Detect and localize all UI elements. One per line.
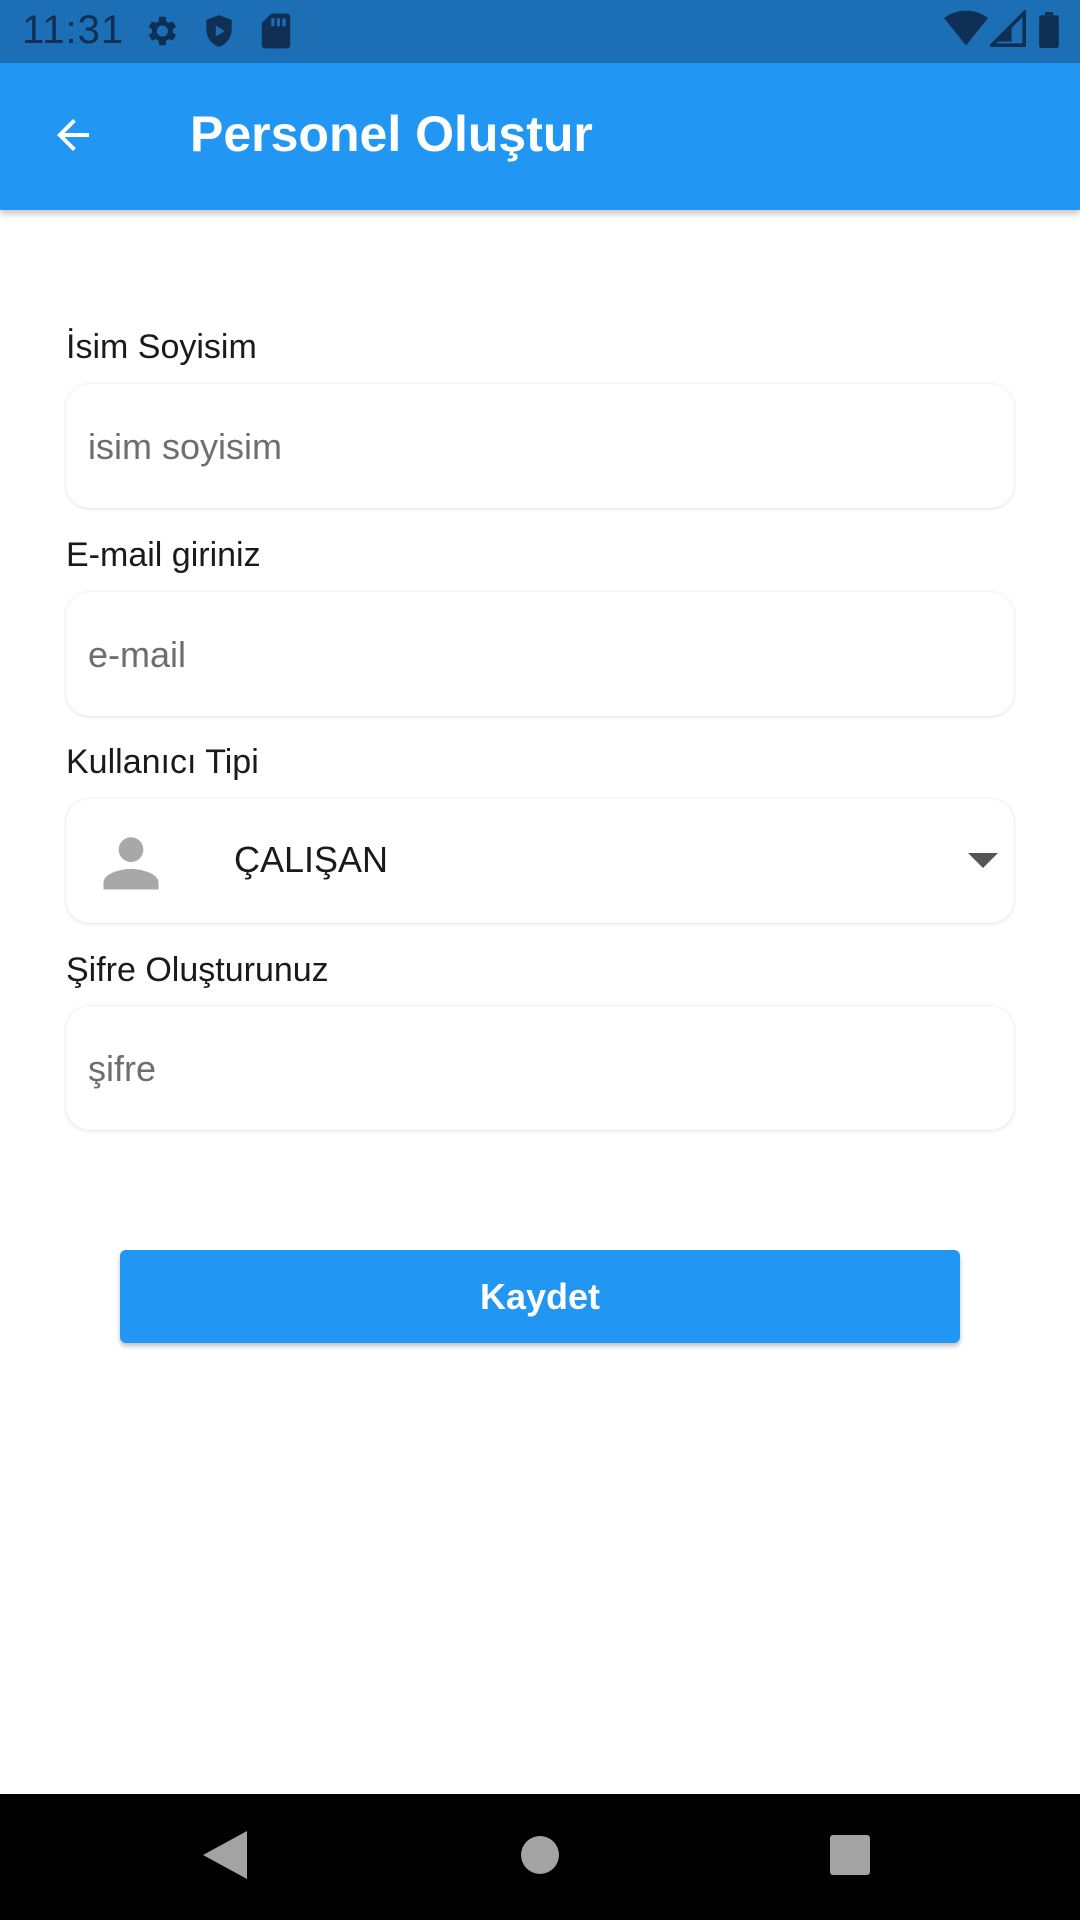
email-input[interactable] bbox=[86, 592, 990, 718]
sd-card-icon bbox=[258, 12, 294, 55]
user-type-selected: ÇALIŞAN bbox=[234, 839, 389, 880]
gear-icon bbox=[142, 12, 180, 55]
dropdown-arrow-icon bbox=[968, 853, 998, 874]
app-bar: Personel Oluştur bbox=[0, 63, 1080, 210]
user-type-label: Kullanıcı Tipi bbox=[66, 743, 259, 781]
name-input[interactable] bbox=[86, 384, 990, 510]
nav-back-button[interactable] bbox=[192, 1824, 258, 1890]
page-title: Personel Oluştur bbox=[190, 106, 593, 162]
status-bar: 11:31 bbox=[0, 0, 1080, 63]
shield-icon bbox=[200, 12, 238, 55]
back-button[interactable] bbox=[36, 100, 110, 174]
password-label: Şifre Oluşturunuz bbox=[66, 951, 329, 989]
status-time: 11:31 bbox=[22, 8, 125, 52]
nav-recents-button[interactable] bbox=[817, 1824, 883, 1890]
nav-bar bbox=[0, 1794, 1080, 1920]
save-button[interactable]: Kaydet bbox=[120, 1250, 960, 1343]
home-circle-icon bbox=[520, 1835, 560, 1880]
email-field-box bbox=[66, 592, 1014, 718]
name-label: İsim Soyisim bbox=[66, 328, 257, 366]
password-field-box bbox=[66, 1006, 1014, 1132]
back-triangle-icon bbox=[203, 1830, 247, 1884]
arrow-back-icon bbox=[49, 111, 97, 164]
wifi-icon bbox=[944, 10, 988, 53]
signal-icon bbox=[987, 8, 1026, 53]
nav-home-button[interactable] bbox=[507, 1824, 573, 1890]
recents-square-icon bbox=[830, 1834, 870, 1880]
password-input[interactable] bbox=[86, 1006, 990, 1132]
person-icon bbox=[98, 829, 164, 900]
name-field-box bbox=[66, 384, 1014, 510]
email-label: E-mail giriniz bbox=[66, 536, 261, 574]
screen: 11:31 Personel Oluştur İsim Soyisim isim… bbox=[0, 0, 1080, 1920]
user-type-dropdown[interactable]: ÇALIŞAN bbox=[66, 799, 1014, 923]
save-button-label: Kaydet bbox=[479, 1275, 601, 1317]
battery-icon bbox=[1038, 12, 1060, 53]
